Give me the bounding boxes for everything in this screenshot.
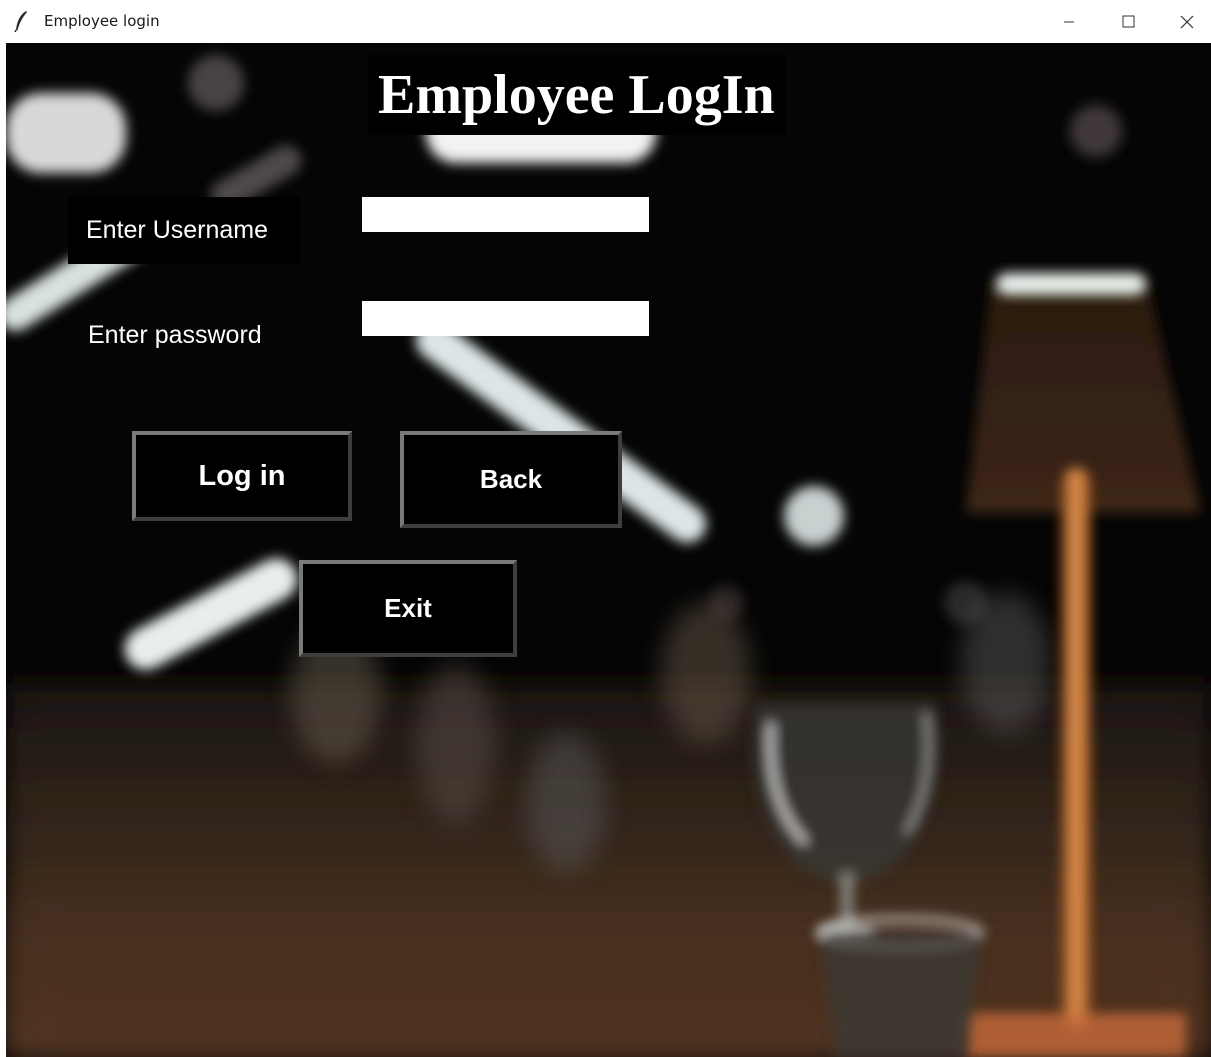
close-icon [1180, 15, 1194, 29]
username-input[interactable] [362, 197, 649, 232]
exit-button-label: Exit [384, 593, 432, 623]
login-button[interactable]: Log in [132, 431, 352, 521]
back-button-label: Back [479, 464, 543, 494]
restaurant-background-image [6, 43, 1211, 1057]
exit-button[interactable]: Exit [299, 560, 517, 657]
back-button[interactable]: Back [400, 431, 622, 528]
login-panel: Employee LogIn Enter Username Enter pass… [6, 43, 1211, 1057]
employee-login-window: Employee login Employee LogIn Enter User… [0, 0, 1211, 1057]
page-title: Employee LogIn [368, 55, 785, 135]
window-title: Employee login [44, 12, 160, 30]
maximize-icon [1122, 15, 1135, 28]
minimize-button[interactable] [1040, 0, 1098, 43]
username-label: Enter Username [68, 197, 300, 264]
minimize-icon [1063, 16, 1075, 28]
maximize-button[interactable] [1099, 0, 1157, 43]
close-button[interactable] [1158, 0, 1211, 43]
login-button-label: Log in [198, 459, 286, 492]
password-input[interactable] [362, 301, 649, 336]
password-label: Enter password [88, 321, 262, 349]
feather-icon [14, 10, 28, 33]
title-bar[interactable]: Employee login [0, 0, 1211, 43]
